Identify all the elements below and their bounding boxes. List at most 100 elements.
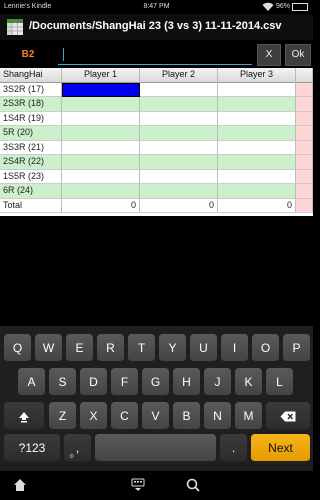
- key-d[interactable]: D: [80, 368, 107, 396]
- table-cell[interactable]: [140, 126, 218, 141]
- total-cell[interactable]: 0: [62, 198, 140, 213]
- settings-hint-icon: ⚙: [69, 454, 75, 460]
- key-g[interactable]: G: [142, 368, 169, 396]
- key-p[interactable]: P: [283, 334, 310, 362]
- table-cell[interactable]: [62, 155, 140, 170]
- table-cell[interactable]: [140, 97, 218, 112]
- total-cell[interactable]: [296, 198, 313, 213]
- key-e[interactable]: E: [66, 334, 93, 362]
- header-row: ShangHai Player 1 Player 2 Player 3: [0, 68, 313, 83]
- shift-key[interactable]: [4, 402, 44, 430]
- key-z[interactable]: Z: [49, 402, 76, 430]
- table-cell[interactable]: [218, 169, 296, 184]
- column-header[interactable]: Player 2: [140, 68, 218, 83]
- key-y[interactable]: Y: [159, 334, 186, 362]
- key-r[interactable]: R: [97, 334, 124, 362]
- table-cell[interactable]: [62, 169, 140, 184]
- row-label[interactable]: 1S5R (23): [0, 169, 62, 184]
- key-v[interactable]: V: [142, 402, 169, 430]
- table-cell[interactable]: [296, 184, 313, 199]
- table-cell[interactable]: [296, 126, 313, 141]
- table-cell[interactable]: [296, 82, 313, 97]
- key-k[interactable]: K: [235, 368, 262, 396]
- column-header[interactable]: Player 1: [62, 68, 140, 83]
- selected-cell[interactable]: [62, 82, 140, 97]
- comma-key[interactable]: , ⚙: [64, 434, 91, 462]
- row-label[interactable]: 2S3R (18): [0, 97, 62, 112]
- symbols-key-label: ?123: [18, 441, 46, 455]
- table-cell[interactable]: [140, 184, 218, 199]
- row-label[interactable]: 2S4R (22): [0, 155, 62, 170]
- row-label[interactable]: Total: [0, 198, 62, 213]
- key-i[interactable]: I: [221, 334, 248, 362]
- table-cell[interactable]: [140, 82, 218, 97]
- key-s[interactable]: S: [49, 368, 76, 396]
- key-b[interactable]: B: [173, 402, 200, 430]
- cancel-button[interactable]: X: [257, 44, 281, 66]
- table-cell[interactable]: [296, 169, 313, 184]
- soft-keyboard: Q W E R T Y U I O P A S D F G H J K L Z …: [0, 326, 313, 471]
- next-key[interactable]: Next: [251, 434, 310, 462]
- key-u[interactable]: U: [190, 334, 217, 362]
- table-cell[interactable]: [62, 111, 140, 126]
- table-row: 1S4R (19): [0, 111, 313, 126]
- spreadsheet-app-icon[interactable]: [6, 18, 24, 36]
- row-label[interactable]: 3S3R (21): [0, 140, 62, 155]
- table-cell[interactable]: [218, 126, 296, 141]
- space-key[interactable]: [95, 434, 216, 462]
- ok-button[interactable]: Ok: [285, 44, 311, 66]
- column-header[interactable]: Player 3: [218, 68, 296, 83]
- table-cell[interactable]: [140, 155, 218, 170]
- key-q[interactable]: Q: [4, 334, 31, 362]
- home-icon[interactable]: [12, 477, 28, 493]
- key-w[interactable]: W: [35, 334, 62, 362]
- table-cell[interactable]: [140, 140, 218, 155]
- row-label[interactable]: 3S2R (17): [0, 82, 62, 97]
- hide-keyboard-icon[interactable]: [130, 477, 146, 493]
- key-o[interactable]: O: [252, 334, 279, 362]
- table-cell[interactable]: [296, 140, 313, 155]
- table-cell[interactable]: [218, 111, 296, 126]
- table-cell[interactable]: [218, 97, 296, 112]
- key-a[interactable]: A: [18, 368, 45, 396]
- table-cell[interactable]: [62, 97, 140, 112]
- key-x[interactable]: X: [80, 402, 107, 430]
- search-icon[interactable]: [185, 477, 201, 493]
- row-label[interactable]: 6R (24): [0, 184, 62, 199]
- key-t[interactable]: T: [128, 334, 155, 362]
- shift-icon: [19, 411, 29, 423]
- table-cell[interactable]: [62, 184, 140, 199]
- total-cell[interactable]: 0: [218, 198, 296, 213]
- period-key[interactable]: .: [220, 434, 247, 462]
- column-header[interactable]: [296, 68, 313, 83]
- key-n[interactable]: N: [204, 402, 231, 430]
- table-cell[interactable]: [296, 155, 313, 170]
- key-h[interactable]: H: [173, 368, 200, 396]
- key-m[interactable]: M: [235, 402, 262, 430]
- table-cell[interactable]: [218, 140, 296, 155]
- table-cell[interactable]: [140, 111, 218, 126]
- cell-reference[interactable]: B2: [4, 44, 52, 66]
- table-cell[interactable]: [218, 184, 296, 199]
- navigation-bar: [0, 471, 313, 500]
- key-f[interactable]: F: [111, 368, 138, 396]
- symbols-key[interactable]: ?123: [4, 434, 60, 462]
- column-header[interactable]: ShangHai: [0, 68, 62, 83]
- key-c[interactable]: C: [111, 402, 138, 430]
- table-cell[interactable]: [218, 82, 296, 97]
- table-cell[interactable]: [62, 126, 140, 141]
- key-l[interactable]: L: [266, 368, 293, 396]
- battery-percent: 96%: [276, 3, 291, 10]
- table-cell[interactable]: [140, 169, 218, 184]
- table-cell[interactable]: [218, 155, 296, 170]
- row-label[interactable]: 1S4R (19): [0, 111, 62, 126]
- row-label[interactable]: 5R (20): [0, 126, 62, 141]
- table-cell[interactable]: [296, 111, 313, 126]
- status-bar: Lennie's Kindle 8:47 PM 96%: [0, 0, 313, 14]
- key-j[interactable]: J: [204, 368, 231, 396]
- table-cell[interactable]: [62, 140, 140, 155]
- backspace-key[interactable]: [266, 402, 310, 430]
- cell-value-input[interactable]: [58, 45, 252, 65]
- total-cell[interactable]: 0: [140, 198, 218, 213]
- table-cell[interactable]: [296, 97, 313, 112]
